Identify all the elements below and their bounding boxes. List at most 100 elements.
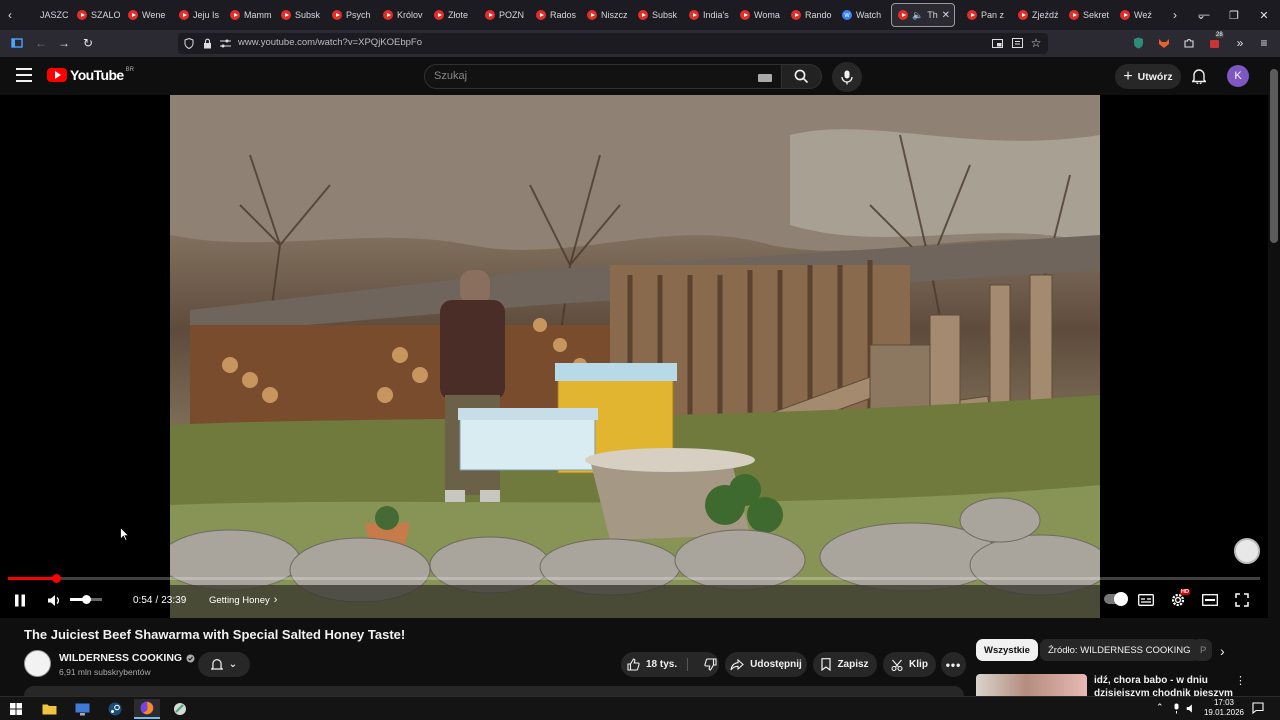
permissions-icon[interactable] (218, 36, 232, 50)
channel-avatar[interactable] (24, 650, 51, 677)
chip-all[interactable]: Wszystkie (976, 639, 1038, 661)
progress-bar[interactable] (8, 574, 1260, 583)
page-scrollbar[interactable] (1268, 57, 1280, 696)
restore-icon[interactable]: ❐ (1218, 0, 1250, 30)
remote-desktop-icon[interactable] (69, 699, 95, 719)
browser-tab[interactable]: Rados (530, 0, 581, 30)
minimize-icon[interactable]: — (1188, 0, 1220, 30)
recommended-more-icon[interactable]: ⋮ (1235, 674, 1246, 687)
search-button[interactable] (782, 64, 822, 89)
like-button[interactable]: 18 tys. (627, 658, 689, 671)
speaker-icon[interactable]: 🔈 (912, 10, 923, 21)
settings-button[interactable]: HD (1170, 589, 1190, 610)
forward-icon[interactable]: → (57, 36, 71, 50)
chip-partial[interactable]: P (1192, 639, 1212, 661)
reload-icon[interactable]: ↻ (81, 36, 95, 50)
browser-tab[interactable]: Niszcz (581, 0, 632, 30)
search-input[interactable]: Szukaj (434, 70, 467, 82)
extensions-puzzle-icon[interactable] (1182, 36, 1196, 50)
taskbar-clock[interactable]: 17:03 19.01.2026 (1200, 698, 1248, 718)
tab-scroll-left-icon[interactable]: ‹ (0, 0, 20, 30)
fox-extension-icon[interactable] (1157, 36, 1171, 50)
progress-scrubber[interactable] (52, 574, 61, 583)
browser-tab[interactable]: Watch (836, 0, 887, 30)
browser-tab-active[interactable]: 🔈 The ✕ (891, 3, 955, 27)
browser-tab[interactable]: Jeju Is (173, 0, 224, 30)
dislike-button[interactable] (694, 658, 717, 671)
browser-tab[interactable]: Mamm (224, 0, 275, 30)
extension-badge-icon[interactable]: 28 (1208, 32, 1224, 50)
keyboard-icon[interactable] (758, 74, 772, 82)
close-tab-icon[interactable]: ✕ (942, 10, 950, 21)
subscribed-notifications-button[interactable]: ⌄ (198, 652, 250, 677)
lock-icon[interactable] (200, 36, 214, 50)
pause-button[interactable] (14, 590, 26, 610)
browser-tab[interactable]: Weź (1114, 0, 1165, 30)
browser-tab[interactable]: Woma (734, 0, 785, 30)
browser-tab[interactable]: JASZC (20, 0, 71, 30)
recommended-video-title[interactable]: idź, chora babo - w dniu dzisiejszym cho… (1094, 674, 1234, 696)
more-actions-button[interactable]: ••• (941, 652, 966, 677)
browser-tab[interactable]: Subsk (632, 0, 683, 30)
browser-tab[interactable]: Zjeźdź (1012, 0, 1063, 30)
mute-button[interactable] (47, 590, 62, 610)
back-icon[interactable]: ← (34, 36, 48, 50)
description-box[interactable] (24, 686, 964, 696)
address-bar[interactable]: www.youtube.com/watch?v=XPQjKOEbpFo ☆ (178, 33, 1048, 54)
firefox-icon[interactable] (134, 699, 160, 719)
tray-microphone-icon[interactable] (1173, 701, 1180, 719)
browser-tab[interactable]: Złote (428, 0, 479, 30)
youtube-logo[interactable]: YouTube BR (47, 67, 134, 83)
notifications-center-icon[interactable] (1252, 701, 1264, 719)
browser-tab[interactable]: Rando (785, 0, 836, 30)
tab-scroll-right-icon[interactable]: › (1165, 0, 1185, 30)
recommended-video-thumbnail[interactable] (976, 674, 1087, 696)
clip-button[interactable]: Klip (883, 652, 936, 677)
file-explorer-icon[interactable] (36, 699, 62, 719)
subtitles-button[interactable] (1138, 590, 1154, 610)
account-avatar[interactable]: K (1227, 65, 1249, 87)
video-player[interactable]: 0:54 / 23:39 Getting Honey › HD (0, 95, 1268, 618)
voice-search-button[interactable] (832, 62, 862, 92)
miniplayer-button[interactable] (1202, 590, 1218, 610)
browser-tab[interactable]: Wene (122, 0, 173, 30)
chip-from-channel[interactable]: Źródło: WILDERNESS COOKING (1040, 639, 1199, 661)
volume-slider[interactable] (70, 595, 102, 604)
autoplay-toggle[interactable] (1104, 592, 1128, 606)
search-box[interactable]: Szukaj (424, 64, 782, 89)
browser-tab[interactable]: Sekret (1063, 0, 1114, 30)
close-window-icon[interactable]: ✕ (1248, 0, 1280, 30)
channel-watermark-logo[interactable] (1234, 538, 1260, 564)
tray-chevron-up-icon[interactable]: ⌃ (1156, 702, 1164, 713)
chapter-button[interactable]: Getting Honey › (209, 590, 277, 610)
vpn-shield-icon[interactable] (1131, 36, 1145, 50)
browser-tab[interactable]: India's (683, 0, 734, 30)
overflow-chevrons-icon[interactable]: » (1233, 36, 1247, 50)
tray-volume-icon[interactable] (1186, 701, 1197, 719)
fullscreen-button[interactable] (1235, 590, 1249, 610)
bookmark-star-icon[interactable]: ☆ (1029, 36, 1043, 50)
app-menu-icon[interactable]: ≡ (1257, 36, 1271, 50)
share-button[interactable]: Udostępnij (725, 652, 807, 677)
app-icon[interactable] (167, 699, 193, 719)
notifications-bell-icon[interactable] (1188, 65, 1210, 87)
browser-tab[interactable]: Pan z (961, 0, 1012, 30)
volume-knob[interactable] (82, 595, 91, 604)
browser-tab[interactable]: Subsk (275, 0, 326, 30)
save-button[interactable]: Zapisz (813, 652, 877, 677)
picture-in-picture-icon[interactable] (990, 36, 1004, 50)
steam-icon[interactable] (102, 699, 128, 719)
browser-tab[interactable]: Królov (377, 0, 428, 30)
browser-tab[interactable]: SZALO (71, 0, 122, 30)
create-button[interactable]: + Utwórz (1115, 64, 1181, 89)
video-frame[interactable] (170, 95, 1100, 618)
shield-icon[interactable] (182, 36, 196, 50)
channel-name-link[interactable]: WILDERNESS COOKING (59, 652, 195, 664)
browser-tab[interactable]: Psych (326, 0, 377, 30)
windows-start-icon[interactable] (3, 699, 29, 719)
reader-view-icon[interactable] (1010, 36, 1024, 50)
scrollbar-thumb[interactable] (1270, 69, 1278, 243)
chips-next-icon[interactable]: › (1220, 643, 1225, 659)
hamburger-menu-icon[interactable] (16, 68, 32, 82)
browser-tab[interactable]: POZN (479, 0, 530, 30)
